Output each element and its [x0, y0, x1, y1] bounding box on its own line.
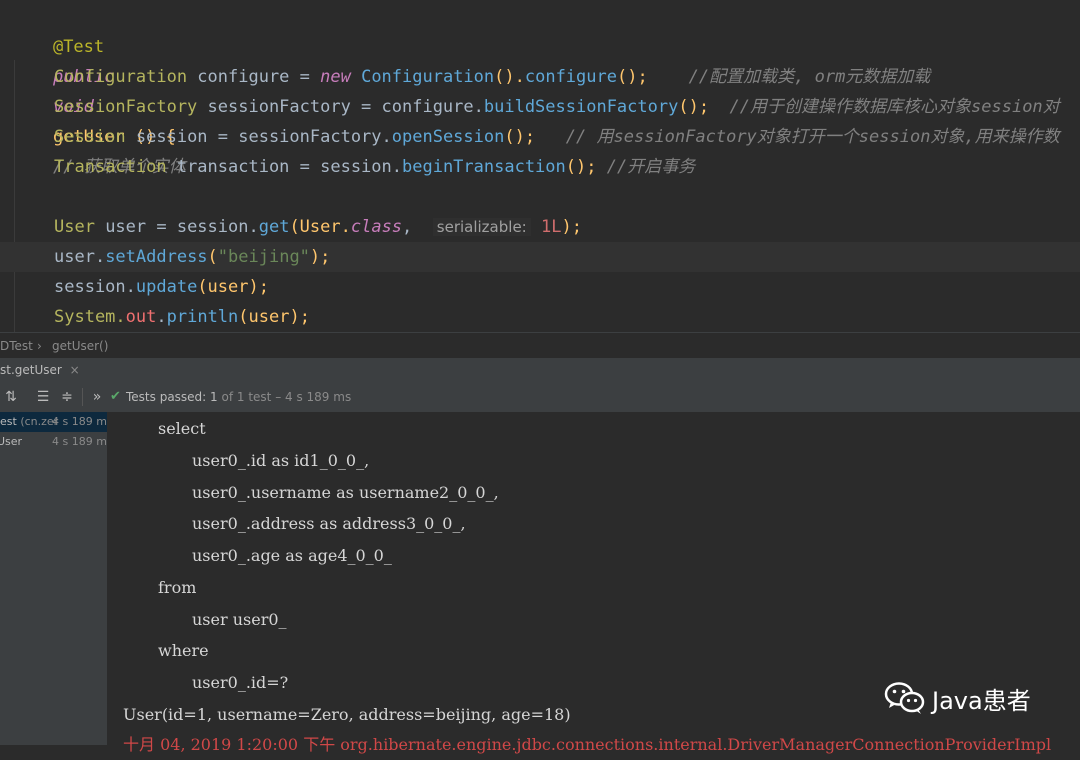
- test-tree: est (cn.zer 4 s 189 ms User 4 s 189 ms: [0, 412, 113, 745]
- wechat-icon: [884, 682, 925, 714]
- run-toolbar: ⇅ ☰ ≑ » ✔ Tests passed: 1 of 1 test – 4 …: [0, 382, 1080, 413]
- sort-icon[interactable]: ⇅: [2, 388, 20, 406]
- console-line: where: [158, 641, 209, 660]
- code-line-8[interactable]: User user = session.get(User.class, seri…: [54, 212, 582, 242]
- run-tab-label: st.getUser: [0, 363, 62, 377]
- console-log-line: 十月 04, 2019 1:20:00 下午 org.hibernate.eng…: [123, 735, 1052, 754]
- code-line-1[interactable]: @Test: [12, 2, 104, 57]
- console-line: user0_.address as address3_0_0_,: [192, 514, 466, 533]
- tree-item-test-method[interactable]: User 4 s 189 ms: [0, 432, 113, 452]
- console-line: user0_.age as age4_0_0_: [192, 546, 392, 565]
- test-status: Tests passed: 1 of 1 test – 4 s 189 ms: [126, 390, 352, 404]
- tree-item-test-class[interactable]: est (cn.zer 4 s 189 ms: [0, 412, 113, 432]
- code-line-5[interactable]: Session session = sessionFactory.openSes…: [54, 122, 1060, 152]
- console-line: from: [158, 578, 197, 597]
- console-line: user0_.username as username2_0_0_,: [192, 483, 499, 502]
- close-icon[interactable]: ×: [70, 363, 80, 377]
- code-editor[interactable]: @Test public void getUser () { // 获取单个实体…: [0, 0, 1080, 332]
- more-actions-icon[interactable]: »: [88, 388, 106, 406]
- breadcrumb-class[interactable]: DTest: [0, 333, 33, 359]
- code-line-6[interactable]: Transaction transaction = session.beginT…: [54, 152, 695, 182]
- console-line: user user0_: [192, 610, 287, 629]
- breadcrumb-method[interactable]: getUser(): [52, 333, 108, 359]
- code-line-4[interactable]: SessionFactory sessionFactory = configur…: [54, 92, 1060, 122]
- code-line-9-current[interactable]: user.setAddress("beijing");: [0, 242, 1080, 272]
- check-icon: ✔: [110, 389, 121, 404]
- run-tab-bar: st.getUser ×: [0, 358, 1080, 384]
- toolbar-divider: [82, 388, 83, 406]
- code-line-2[interactable]: public void getUser () { // 获取单个实体: [12, 32, 186, 177]
- chevron-right-icon: ›: [37, 339, 42, 353]
- parameter-hint: serializable:: [432, 218, 531, 236]
- collapse-all-icon[interactable]: ≑: [58, 388, 76, 406]
- breadcrumb: DTest › getUser(): [0, 332, 1080, 359]
- watermark-text: Java患者: [932, 686, 1031, 715]
- console-line: user0_.id as id1_0_0_,: [192, 451, 370, 470]
- tab-run-config[interactable]: st.getUser ×: [0, 358, 88, 384]
- console-line: user0_.id=?: [192, 673, 289, 692]
- code-line-3[interactable]: Configuration configure = new Configurat…: [54, 62, 930, 92]
- code-line-10[interactable]: session.update(user);: [54, 272, 269, 302]
- console-line: select: [158, 419, 206, 438]
- console-result-line: User(id=1, username=Zero, address=beijin…: [123, 705, 571, 724]
- watermark: Java患者: [884, 678, 1031, 718]
- code-line-11[interactable]: System.out.println(user);: [54, 302, 310, 332]
- expand-all-icon[interactable]: ☰: [34, 388, 52, 406]
